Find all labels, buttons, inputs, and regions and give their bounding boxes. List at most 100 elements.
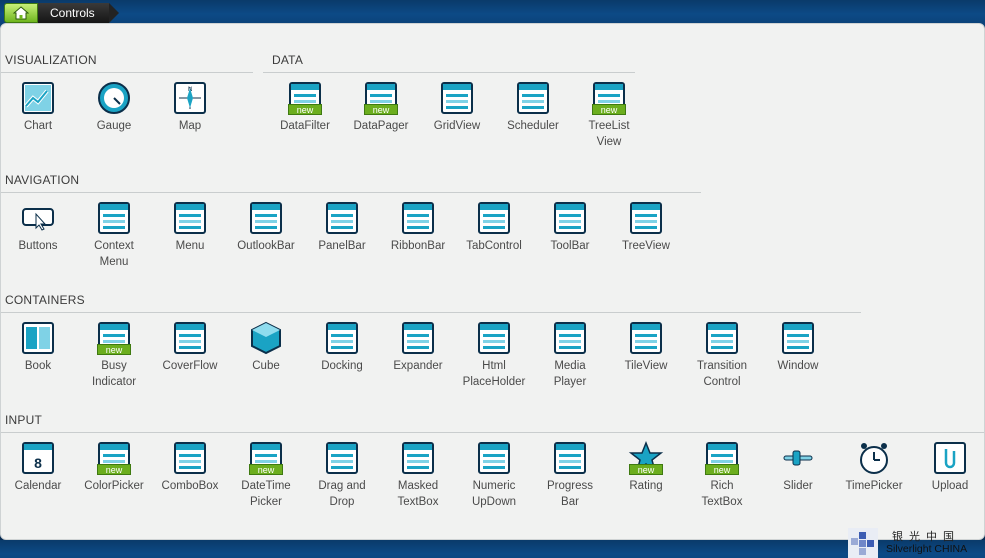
media-player-icon xyxy=(552,320,588,356)
control-item-tileview[interactable]: TileView xyxy=(608,320,684,374)
section-title-containers: CONTAINERS xyxy=(5,293,85,307)
transition-control-icon xyxy=(704,320,740,356)
new-badge: new xyxy=(629,464,663,475)
control-item-busy-indicator[interactable]: new Busy Indicator xyxy=(76,320,152,390)
book-icon xyxy=(20,320,56,356)
breadcrumb-controls[interactable]: Controls xyxy=(38,3,119,23)
control-item-label: ColorPicker xyxy=(84,480,144,492)
control-item-context-menu[interactable]: Context Menu xyxy=(76,200,152,270)
control-item-label: Control xyxy=(703,376,741,388)
control-item-label: Player xyxy=(553,376,587,388)
section-title-visualization: VISUALIZATION xyxy=(5,53,97,67)
control-item-ribbonbar[interactable]: RibbonBar xyxy=(380,200,456,254)
control-item-datapager[interactable]: new DataPager xyxy=(343,80,419,134)
control-item-label: Menu xyxy=(99,256,129,268)
control-item-label: Media xyxy=(554,360,586,372)
control-item-slider[interactable]: Slider xyxy=(760,440,836,494)
control-item-label: GridView xyxy=(433,120,481,132)
datapager-icon: new xyxy=(363,80,399,116)
slider-icon xyxy=(780,440,816,476)
masked-textbox-icon xyxy=(400,440,436,476)
new-badge: new xyxy=(288,104,322,115)
control-item-label: Expander xyxy=(393,360,443,372)
control-item-label: DataFilter xyxy=(280,120,330,132)
control-item-html-placeholder[interactable]: Html PlaceHolder xyxy=(456,320,532,390)
control-item-label: TreeList xyxy=(588,120,630,132)
control-item-progress-bar[interactable]: Progress Bar xyxy=(532,440,608,510)
window-icon xyxy=(780,320,816,356)
control-item-toolbar[interactable]: ToolBar xyxy=(532,200,608,254)
control-item-rating[interactable]: new Rating xyxy=(608,440,684,494)
control-item-label: TextBox xyxy=(701,496,743,508)
control-item-timepicker[interactable]: TimePicker xyxy=(836,440,912,494)
control-item-label: CoverFlow xyxy=(162,360,218,372)
new-badge: new xyxy=(364,104,398,115)
control-item-label: ComboBox xyxy=(161,480,219,492)
control-item-label: Numeric xyxy=(472,480,516,492)
control-item-colorpicker[interactable]: new ColorPicker xyxy=(76,440,152,494)
datetime-picker-icon: new xyxy=(248,440,284,476)
control-item-treelist-view[interactable]: new TreeList View xyxy=(571,80,647,150)
silverlight-logo-icon xyxy=(848,528,878,558)
control-item-window[interactable]: Window xyxy=(760,320,836,374)
control-item-docking[interactable]: Docking xyxy=(304,320,380,374)
control-item-label: PlaceHolder xyxy=(462,376,526,388)
control-item-label: UpDown xyxy=(471,496,517,508)
control-item-book[interactable]: Book xyxy=(0,320,76,374)
control-item-label: TextBox xyxy=(397,496,439,508)
control-item-gauge[interactable]: Gauge xyxy=(76,80,152,134)
control-item-scheduler[interactable]: Scheduler xyxy=(495,80,571,134)
divider xyxy=(1,312,861,313)
control-item-media-player[interactable]: Media Player xyxy=(532,320,608,390)
drag-and-drop-icon xyxy=(324,440,360,476)
new-badge: new xyxy=(249,464,283,475)
home-button[interactable] xyxy=(4,3,38,23)
control-item-gridview[interactable]: GridView xyxy=(419,80,495,134)
control-item-combobox[interactable]: ComboBox xyxy=(152,440,228,494)
control-item-label: ToolBar xyxy=(550,240,590,252)
control-item-coverflow[interactable]: CoverFlow xyxy=(152,320,228,374)
control-item-upload[interactable]: Upload xyxy=(912,440,985,494)
control-item-label: Window xyxy=(777,360,819,372)
control-item-expander[interactable]: Expander xyxy=(380,320,456,374)
rich-textbox-icon: new xyxy=(704,440,740,476)
section-title-data: DATA xyxy=(272,53,304,67)
control-item-treeview[interactable]: TreeView xyxy=(608,200,684,254)
control-item-cube[interactable]: Cube xyxy=(228,320,304,374)
control-item-chart[interactable]: Chart xyxy=(0,80,76,134)
divider xyxy=(1,192,701,193)
control-item-label: DataPager xyxy=(353,120,409,132)
map-icon: N xyxy=(172,80,208,116)
control-item-label: OutlookBar xyxy=(237,240,295,252)
control-item-outlookbar[interactable]: OutlookBar xyxy=(228,200,304,254)
cube-icon xyxy=(248,320,284,356)
control-item-panelbar[interactable]: PanelBar xyxy=(304,200,380,254)
control-item-label: Progress xyxy=(546,480,594,492)
control-item-buttons[interactable]: Buttons xyxy=(0,200,76,254)
control-item-label: View xyxy=(596,136,622,148)
control-item-masked-textbox[interactable]: Masked TextBox xyxy=(380,440,456,510)
control-item-label: Drop xyxy=(329,496,355,508)
control-item-tabcontrol[interactable]: TabControl xyxy=(456,200,532,254)
scheduler-icon xyxy=(515,80,551,116)
control-item-label: RibbonBar xyxy=(390,240,446,252)
control-item-rich-textbox[interactable]: new Rich TextBox xyxy=(684,440,760,510)
control-item-calendar[interactable]: 8 Calendar xyxy=(0,440,76,494)
control-item-label: Bar xyxy=(561,496,579,508)
control-item-label: Map xyxy=(178,120,202,132)
control-item-label: Buttons xyxy=(18,240,58,252)
control-item-map[interactable]: N Map xyxy=(152,80,228,134)
control-item-numeric-updown[interactable]: Numeric UpDown xyxy=(456,440,532,510)
timepicker-icon xyxy=(856,440,892,476)
control-item-datafilter[interactable]: new DataFilter xyxy=(267,80,343,134)
control-item-label: Cube xyxy=(252,360,280,372)
control-item-drag-and-drop[interactable]: Drag and Drop xyxy=(304,440,380,510)
control-item-label: Slider xyxy=(783,480,813,492)
control-item-datetime-picker[interactable]: new DateTime Picker xyxy=(228,440,304,510)
control-item-transition-control[interactable]: Transition Control xyxy=(684,320,760,390)
treeview-icon xyxy=(628,200,664,236)
control-item-menu[interactable]: Menu xyxy=(152,200,228,254)
control-item-label: Calendar xyxy=(14,480,62,492)
watermark: 银光中国 Silverlight CHINA xyxy=(848,526,978,558)
buttons-icon xyxy=(20,200,56,236)
